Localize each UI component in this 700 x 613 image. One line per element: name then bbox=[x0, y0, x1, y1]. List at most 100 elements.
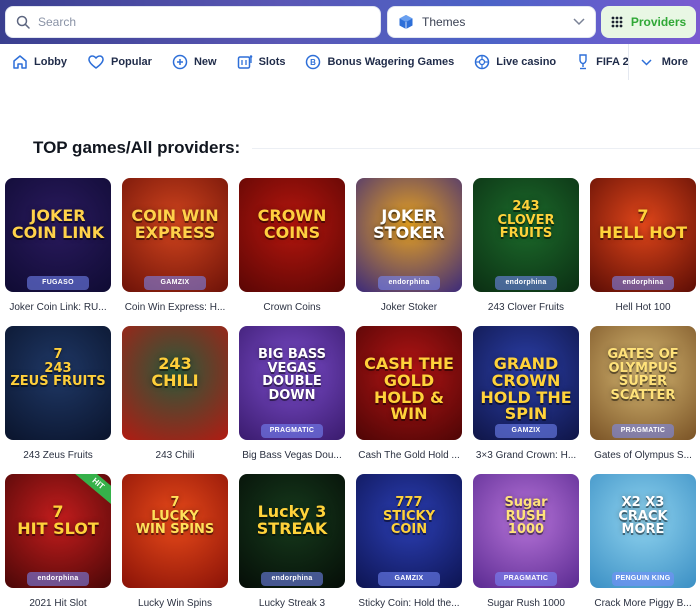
provider-tag: endorphina bbox=[612, 276, 674, 290]
home-icon bbox=[13, 55, 27, 69]
game-art-title: COIN WIN EXPRESS bbox=[131, 206, 219, 242]
game-card[interactable]: 7 HELL HOT endorphina Hell Hot 100 bbox=[590, 178, 696, 313]
game-name[interactable]: 2021 Hit Slot bbox=[5, 598, 111, 609]
game-thumbnail[interactable]: GATES OF OLYMPUS SUPER SCATTER PRAGMATIC … bbox=[590, 326, 696, 440]
provider-tag: endorphina bbox=[495, 276, 557, 290]
nav-item-live-casino[interactable]: Live casino bbox=[462, 44, 564, 80]
plus-icon bbox=[172, 54, 188, 70]
game-art-title: 243 CHILI bbox=[151, 354, 199, 390]
game-card[interactable]: COIN WIN EXPRESS GAMZIX Coin Win Express: … bbox=[122, 178, 228, 313]
provider-tag: PRAGMATIC PLAY bbox=[612, 424, 674, 438]
game-art-title: CASH THE GOLD HOLD & WIN bbox=[364, 354, 454, 424]
bonus-icon: B bbox=[306, 54, 321, 70]
game-name[interactable]: 243 Chili bbox=[122, 450, 228, 461]
game-name[interactable]: Big Bass Vegas Dou... bbox=[239, 450, 345, 461]
search-input[interactable] bbox=[38, 15, 358, 29]
game-card[interactable]: JOKER COIN LINK FUGASO Joker Coin Link: RU… bbox=[5, 178, 111, 313]
section-divider bbox=[252, 148, 700, 149]
game-name[interactable]: Joker Stoker bbox=[356, 302, 462, 313]
game-thumbnail[interactable]: 7 HELL HOT endorphina bbox=[590, 178, 696, 292]
game-card[interactable]: 7 243 ZEUS FRUITS 243 Zeus Fruits bbox=[5, 326, 111, 461]
nav-item-popular[interactable]: Popular bbox=[75, 44, 160, 80]
nav-item-bonus-wagering[interactable]: B Bonus Wagering Games bbox=[293, 44, 462, 80]
live-icon bbox=[474, 54, 490, 70]
game-name[interactable]: Crown Coins bbox=[239, 302, 345, 313]
provider-tag: PRAGMATIC PLAY bbox=[495, 572, 557, 586]
grid-icon bbox=[611, 16, 623, 28]
provider-tag: PRAGMATIC PLAY bbox=[261, 424, 323, 438]
game-card[interactable]: 7 HIT SLOT endorphina HIT 2021 Hit Slot bbox=[5, 474, 111, 609]
game-thumbnail[interactable]: Lucky 3 STREAK endorphina bbox=[239, 474, 345, 588]
game-art-title: JOKER STOKER bbox=[373, 206, 445, 242]
nav-label: Bonus Wagering Games bbox=[327, 56, 455, 68]
more-button[interactable]: More bbox=[628, 44, 700, 80]
nav-item-lobby[interactable]: Lobby bbox=[0, 44, 75, 80]
game-art-title: CROWN COINS bbox=[257, 206, 327, 242]
game-card[interactable]: 243 CLOVER FRUITS endorphina 243 Clover Fr… bbox=[473, 178, 579, 313]
game-name[interactable]: Sugar Rush 1000 bbox=[473, 598, 579, 609]
game-art-title: 243 CLOVER FRUITS bbox=[497, 199, 555, 242]
game-thumbnail[interactable]: COIN WIN EXPRESS GAMZIX bbox=[122, 178, 228, 292]
game-art-title: 7 243 ZEUS FRUITS bbox=[10, 347, 106, 390]
game-thumbnail[interactable]: 777 STICKY COIN GAMZIX bbox=[356, 474, 462, 588]
game-name[interactable]: 3×3 Grand Crown: H... bbox=[473, 450, 579, 461]
game-name[interactable]: Lucky Streak 3 bbox=[239, 598, 345, 609]
game-name[interactable]: Sticky Coin: Hold the... bbox=[356, 598, 462, 609]
provider-tag: FUGASO bbox=[27, 276, 89, 290]
nav-item-new[interactable]: New bbox=[160, 44, 225, 80]
game-name[interactable]: Gates of Olympus S... bbox=[590, 450, 696, 461]
game-name[interactable]: Coin Win Express: H... bbox=[122, 302, 228, 313]
heart-icon bbox=[88, 55, 104, 69]
game-card[interactable]: 7 LUCKY WIN SPINS Lucky Win Spins bbox=[122, 474, 228, 609]
provider-tag: endorphina bbox=[261, 572, 323, 586]
game-thumbnail[interactable]: 243 CLOVER FRUITS endorphina bbox=[473, 178, 579, 292]
game-name[interactable]: 243 Clover Fruits bbox=[473, 302, 579, 313]
provider-tag: endorphina bbox=[378, 276, 440, 290]
game-thumbnail[interactable]: JOKER COIN LINK FUGASO bbox=[5, 178, 111, 292]
search-box[interactable] bbox=[5, 6, 381, 38]
game-card[interactable]: Lucky 3 STREAK endorphina Lucky Streak 3 bbox=[239, 474, 345, 609]
filter-bar: Themes Providers bbox=[0, 0, 700, 44]
game-card[interactable]: CASH THE GOLD HOLD & WIN Cash The Gold Ho… bbox=[356, 326, 462, 461]
game-thumbnail[interactable]: X2 X3 CRACK MORE PENGUIN KING bbox=[590, 474, 696, 588]
chevron-down-icon bbox=[641, 58, 652, 66]
game-card[interactable]: 243 CHILI 243 Chili bbox=[122, 326, 228, 461]
game-name[interactable]: Joker Coin Link: RU... bbox=[5, 302, 111, 313]
game-art-title: BIG BASS VEGAS DOUBLE DOWN bbox=[257, 347, 327, 403]
game-art-title: Sugar RUSH 1000 bbox=[504, 495, 548, 538]
game-name[interactable]: Crack More Piggy B... bbox=[590, 598, 696, 609]
game-thumbnail[interactable]: JOKER STOKER endorphina bbox=[356, 178, 462, 292]
game-name[interactable]: 243 Zeus Fruits bbox=[5, 450, 111, 461]
game-thumbnail[interactable]: 7 HIT SLOT endorphina HIT bbox=[5, 474, 111, 588]
nav-label: Live casino bbox=[496, 56, 557, 68]
game-thumbnail[interactable]: 243 CHILI bbox=[122, 326, 228, 440]
game-name[interactable]: Cash The Gold Hold ... bbox=[356, 450, 462, 461]
game-thumbnail[interactable]: BIG BASS VEGAS DOUBLE DOWN PRAGMATIC PLAY bbox=[239, 326, 345, 440]
game-card[interactable]: GATES OF OLYMPUS SUPER SCATTER PRAGMATIC … bbox=[590, 326, 696, 461]
game-card[interactable]: BIG BASS VEGAS DOUBLE DOWN PRAGMATIC PLAY… bbox=[239, 326, 345, 461]
game-thumbnail[interactable]: 7 243 ZEUS FRUITS bbox=[5, 326, 111, 440]
search-icon bbox=[16, 15, 30, 29]
game-card[interactable]: CROWN COINS Crown Coins bbox=[239, 178, 345, 313]
game-thumbnail[interactable]: 7 LUCKY WIN SPINS bbox=[122, 474, 228, 588]
game-thumbnail[interactable]: Sugar RUSH 1000 PRAGMATIC PLAY bbox=[473, 474, 579, 588]
nav-item-slots[interactable]: Slots bbox=[225, 44, 294, 80]
game-card[interactable]: GRAND CROWN HOLD THE SPIN GAMZIX 3×3 Grand… bbox=[473, 326, 579, 461]
provider-tag: PENGUIN KING bbox=[612, 572, 674, 586]
game-art-title: X2 X3 CRACK MORE bbox=[618, 495, 668, 538]
game-name[interactable]: Lucky Win Spins bbox=[122, 598, 228, 609]
game-name[interactable]: Hell Hot 100 bbox=[590, 302, 696, 313]
game-card[interactable]: 777 STICKY COIN GAMZIX Sticky Coin: Hold t… bbox=[356, 474, 462, 609]
providers-button[interactable]: Providers bbox=[601, 6, 696, 38]
game-art-title: 7 HIT SLOT bbox=[17, 502, 99, 538]
game-thumbnail[interactable]: CROWN COINS bbox=[239, 178, 345, 292]
chevron-down-icon bbox=[573, 18, 585, 26]
game-thumbnail[interactable]: CASH THE GOLD HOLD & WIN bbox=[356, 326, 462, 440]
game-card[interactable]: JOKER STOKER endorphina Joker Stoker bbox=[356, 178, 462, 313]
provider-tag: endorphina bbox=[27, 572, 89, 586]
game-thumbnail[interactable]: GRAND CROWN HOLD THE SPIN GAMZIX bbox=[473, 326, 579, 440]
themes-dropdown[interactable]: Themes bbox=[387, 6, 596, 38]
game-card[interactable]: X2 X3 CRACK MORE PENGUIN KING Crack More P… bbox=[590, 474, 696, 609]
more-label: More bbox=[661, 56, 688, 68]
game-card[interactable]: Sugar RUSH 1000 PRAGMATIC PLAY Sugar Rush … bbox=[473, 474, 579, 609]
